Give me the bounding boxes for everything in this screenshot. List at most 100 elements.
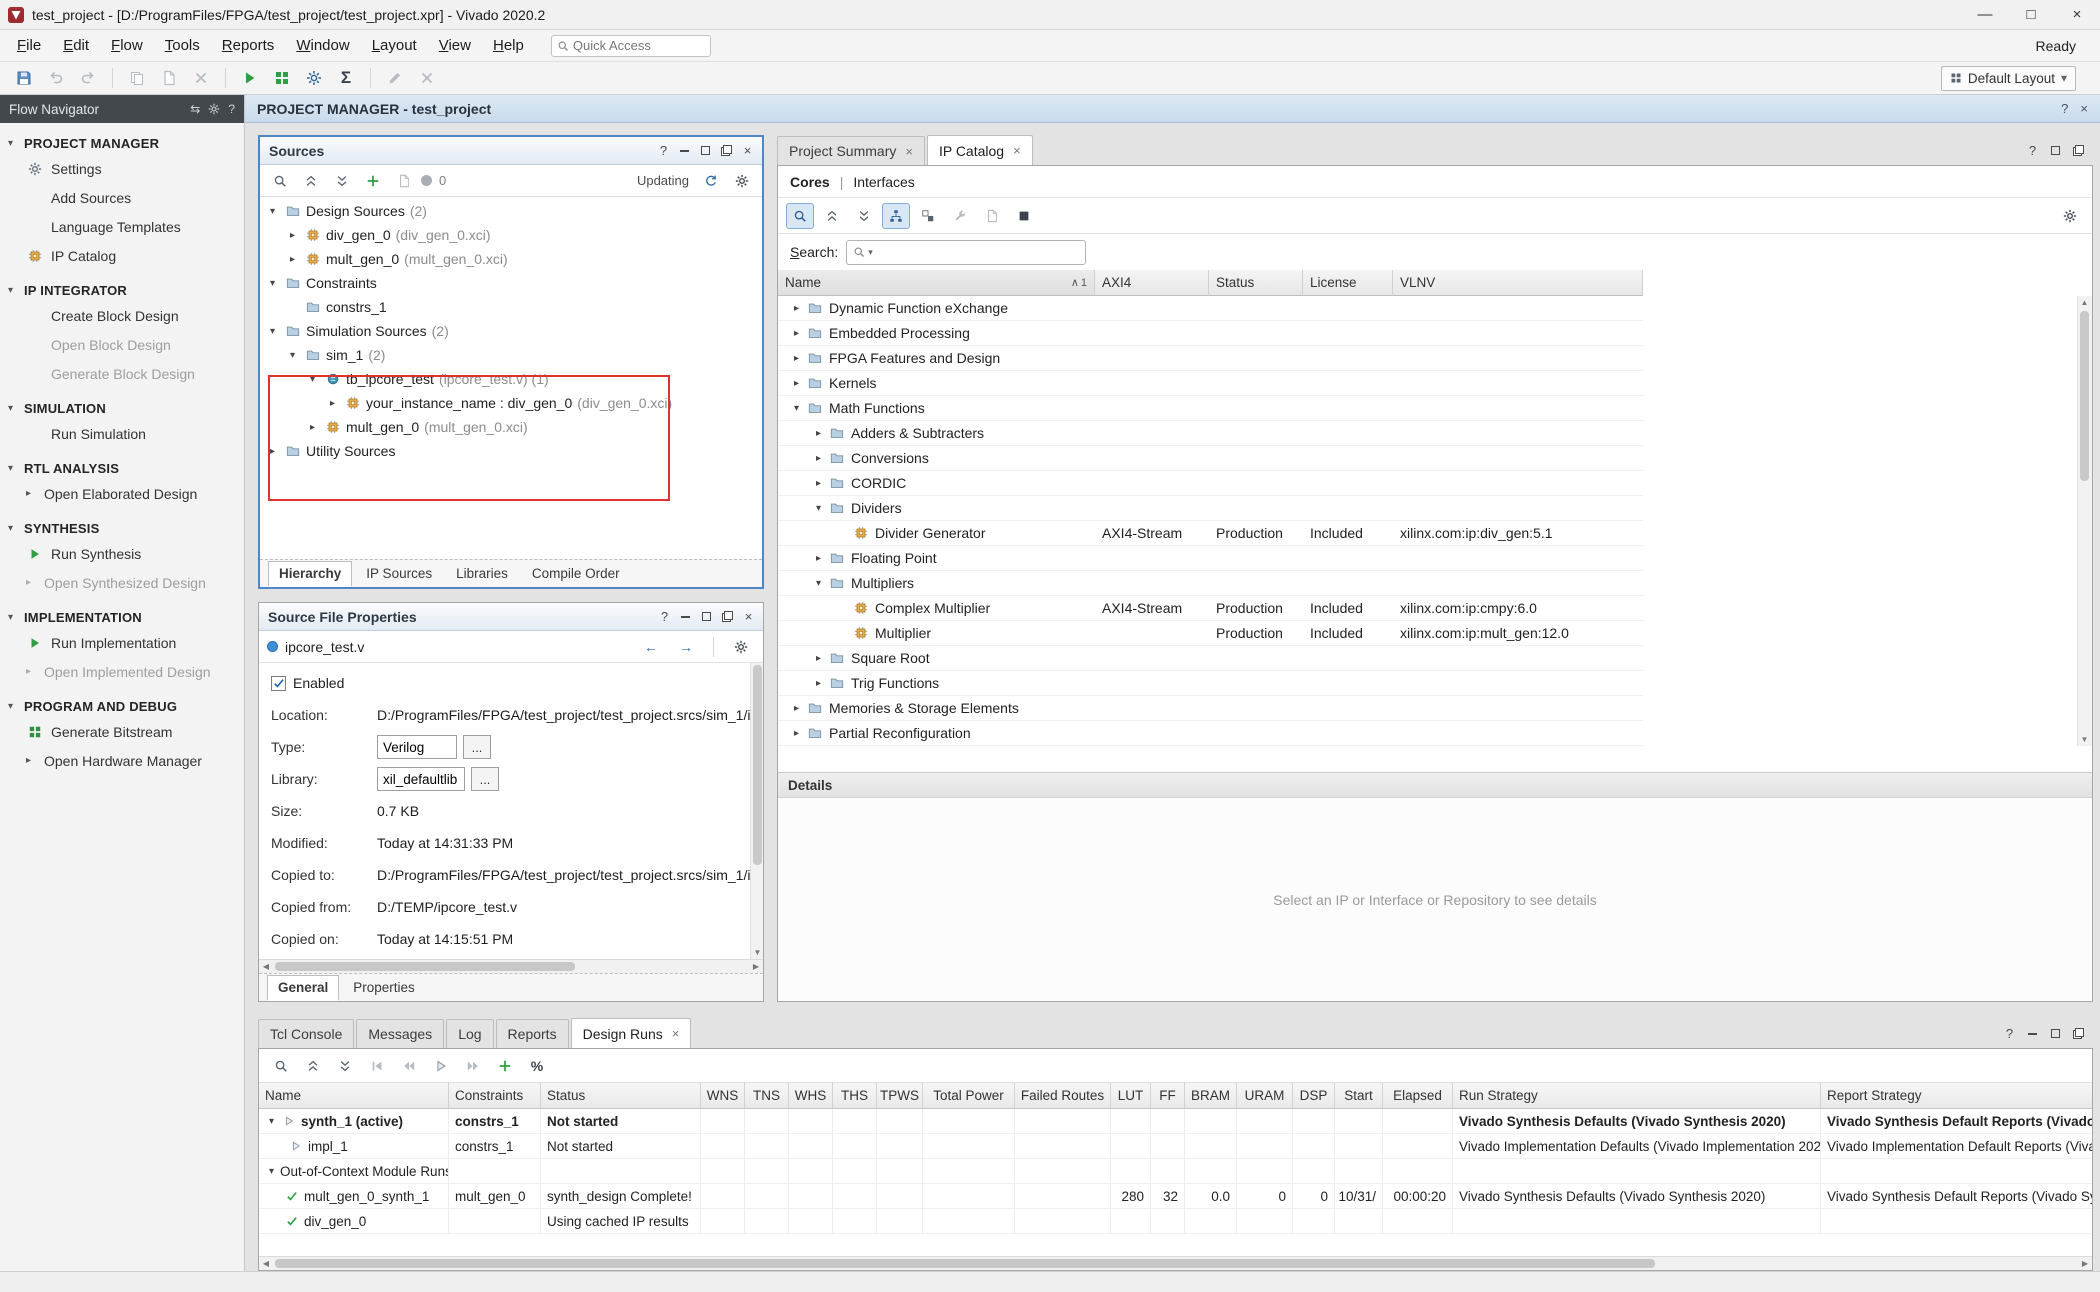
ip-catalog-row[interactable]: ▸CORDIC: [778, 471, 2092, 496]
fn-item-open-hardware-manager[interactable]: ▸Open Hardware Manager: [0, 746, 244, 775]
panel-help-icon[interactable]: ?: [654, 607, 675, 626]
column-name[interactable]: Name∧1: [778, 270, 1095, 296]
undo-icon[interactable]: [42, 65, 70, 91]
panel-maximize-icon[interactable]: [2045, 1024, 2066, 1043]
properties-panel-header[interactable]: Source File Properties ? ×: [259, 603, 763, 631]
menu-reports[interactable]: Reports: [211, 32, 286, 59]
help-icon[interactable]: ?: [2061, 101, 2068, 116]
edit-icon[interactable]: [381, 65, 409, 91]
ip-catalog-row[interactable]: ▸Square Root: [778, 646, 2092, 671]
tab-tcl-console[interactable]: Tcl Console: [258, 1019, 354, 1048]
layout-selector[interactable]: Default Layout ▾: [1941, 66, 2076, 91]
rewind-icon[interactable]: [395, 1053, 423, 1079]
generate-bitstream-icon[interactable]: [268, 65, 296, 91]
tab-ip-sources[interactable]: IP Sources: [356, 562, 442, 585]
file-icon[interactable]: [390, 168, 418, 194]
tree-item-mult-gen-0[interactable]: ▸mult_gen_0(mult_gen_0.xci): [260, 247, 762, 271]
tab-reports[interactable]: Reports: [496, 1019, 569, 1048]
panel-help-icon[interactable]: ?: [1999, 1024, 2020, 1043]
tree-item-div-gen-0[interactable]: ▸div_gen_0(div_gen_0.xci): [260, 223, 762, 247]
fn-item-run-simulation[interactable]: Run Simulation: [0, 419, 244, 448]
ip-catalog-row[interactable]: ▸Memories & Storage Elements: [778, 696, 2092, 721]
percent-icon[interactable]: %: [523, 1053, 551, 1079]
fn-item-language-templates[interactable]: Language Templates: [0, 212, 244, 241]
create-run-icon[interactable]: [491, 1053, 519, 1079]
launch-run-icon[interactable]: [427, 1053, 455, 1079]
expand-all-icon[interactable]: [331, 1053, 359, 1079]
expander-icon[interactable]: ▸: [790, 303, 803, 314]
column-total-power[interactable]: Total Power: [923, 1083, 1015, 1109]
stop-icon[interactable]: [1010, 203, 1038, 229]
expander-icon[interactable]: ▸: [790, 378, 803, 389]
column-status[interactable]: Status: [1209, 270, 1303, 296]
fn-item-generate-block-design[interactable]: Generate Block Design: [0, 359, 244, 388]
ip-catalog-row[interactable]: ▸Embedded Processing: [778, 321, 2092, 346]
expander-icon[interactable]: ▸: [266, 446, 279, 457]
expander-icon[interactable]: ▸: [286, 254, 299, 265]
paste-icon[interactable]: [155, 65, 183, 91]
fast-forward-icon[interactable]: [459, 1053, 487, 1079]
menu-help[interactable]: Help: [482, 32, 535, 59]
fn-section-project-manager[interactable]: ▾PROJECT MANAGER: [0, 132, 244, 154]
type-browse-button[interactable]: ...: [463, 735, 491, 759]
column-whs[interactable]: WHS: [789, 1083, 833, 1109]
design-runs-horizontal-scrollbar[interactable]: ◀ ▶: [259, 1256, 2092, 1270]
menu-flow[interactable]: Flow: [100, 32, 154, 59]
fn-item-run-implementation[interactable]: Run Implementation: [0, 628, 244, 657]
run-icon[interactable]: [236, 65, 264, 91]
help-icon[interactable]: ?: [228, 102, 235, 116]
type-input[interactable]: [377, 735, 457, 759]
tree-item-tb-ipcore-test[interactable]: ▾tb_ipcore_test(ipcore_test.v) (1): [260, 367, 762, 391]
column-dsp[interactable]: DSP: [1293, 1083, 1335, 1109]
tab-hierarchy[interactable]: Hierarchy: [268, 561, 352, 587]
quick-access-input[interactable]: [573, 38, 683, 53]
search-icon[interactable]: [786, 203, 814, 229]
chevron-right-icon[interactable]: ▸: [26, 666, 37, 677]
column-start[interactable]: Start: [1335, 1083, 1383, 1109]
ip-catalog-row[interactable]: ▸Dynamic Function eXchange: [778, 296, 2092, 321]
enabled-checkbox[interactable]: [271, 676, 286, 691]
collapse-all-icon[interactable]: [299, 1053, 327, 1079]
forward-arrow-icon[interactable]: →: [672, 634, 700, 660]
ip-catalog-row-complex-multiplier[interactable]: Complex MultiplierAXI4-StreamProductionI…: [778, 596, 2092, 621]
panel-float-icon[interactable]: [717, 607, 738, 626]
menu-edit[interactable]: Edit: [52, 32, 100, 59]
library-browse-button[interactable]: ...: [471, 767, 499, 791]
column-status[interactable]: Status: [541, 1083, 701, 1109]
scroll-down-icon[interactable]: ▼: [2078, 733, 2091, 746]
gear-icon[interactable]: [2056, 203, 2084, 229]
panel-help-icon[interactable]: ?: [2022, 141, 2043, 160]
panel-help-icon[interactable]: ?: [653, 141, 674, 160]
fn-section-rtl-analysis[interactable]: ▾RTL ANALYSIS: [0, 457, 244, 479]
group-view-icon[interactable]: [914, 203, 942, 229]
menu-window[interactable]: Window: [285, 32, 360, 59]
expander-icon[interactable]: ▸: [812, 553, 825, 564]
ip-search-input[interactable]: [876, 245, 1079, 260]
expander-icon[interactable]: ▾: [812, 503, 825, 514]
expander-icon[interactable]: ▸: [286, 230, 299, 241]
save-icon[interactable]: [10, 65, 38, 91]
collapse-panel-icon[interactable]: ⇆: [190, 102, 200, 116]
search-icon[interactable]: [267, 1053, 295, 1079]
column-elapsed[interactable]: Elapsed: [1383, 1083, 1453, 1109]
properties-horizontal-scrollbar[interactable]: ◀ ▶: [259, 959, 763, 973]
column-constraints[interactable]: Constraints: [449, 1083, 541, 1109]
panel-close-icon[interactable]: ×: [737, 141, 758, 160]
copy-icon[interactable]: [123, 65, 151, 91]
tab-properties[interactable]: Properties: [343, 976, 425, 999]
ip-catalog-row[interactable]: ▾Dividers: [778, 496, 2092, 521]
panel-minimize-icon[interactable]: [675, 607, 696, 626]
ip-catalog-row[interactable]: ▸FPGA Features and Design: [778, 346, 2092, 371]
search-icon[interactable]: [266, 168, 294, 194]
expand-all-icon[interactable]: [850, 203, 878, 229]
run-row-div-gen-0[interactable]: div_gen_0 Using cached IP results: [259, 1209, 2092, 1234]
scroll-left-icon[interactable]: ◀: [259, 960, 273, 973]
expander-icon[interactable]: ▸: [812, 478, 825, 489]
settings-icon[interactable]: [300, 65, 328, 91]
fn-item-ip-catalog[interactable]: IP Catalog: [0, 241, 244, 270]
ip-catalog-row[interactable]: ▸Adders & Subtracters: [778, 421, 2092, 446]
tab-messages[interactable]: Messages: [356, 1019, 444, 1048]
ip-catalog-row[interactable]: ▸Kernels: [778, 371, 2092, 396]
subtab-cores[interactable]: Cores: [790, 174, 830, 190]
panel-minimize-icon[interactable]: [674, 141, 695, 160]
